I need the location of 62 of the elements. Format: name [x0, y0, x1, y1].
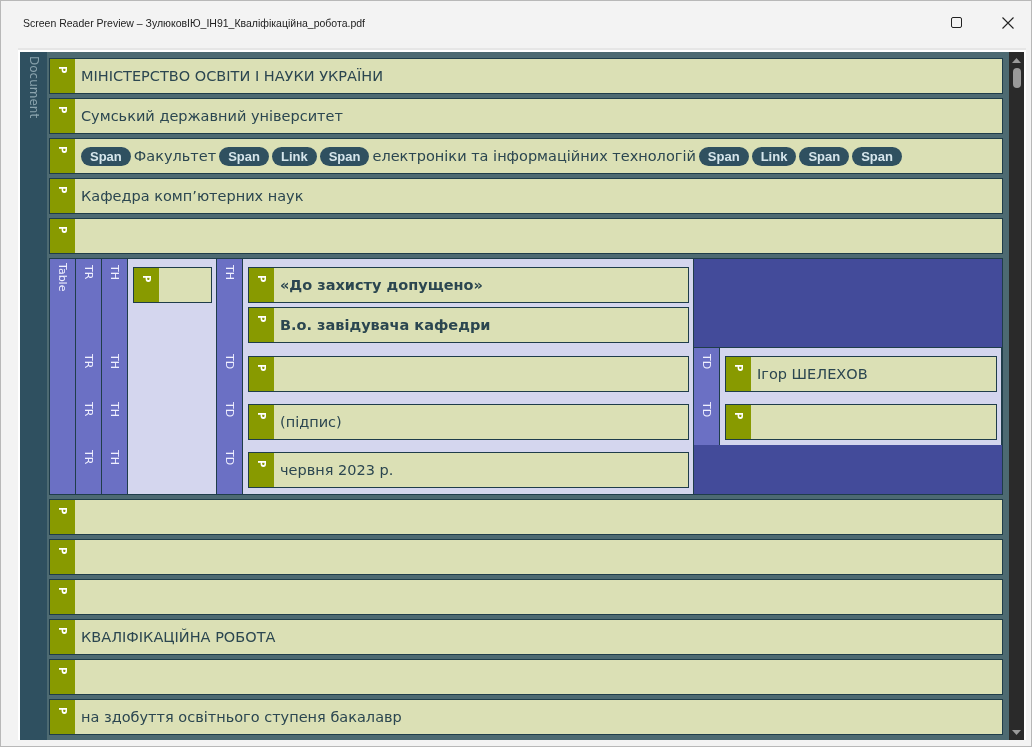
paragraph-tag: P — [249, 357, 274, 391]
paragraph-text: Ігор ШЕЛЕХОВ — [757, 366, 868, 382]
paragraph-tag: P — [249, 453, 274, 487]
paragraph-text: «До захисту допущено» — [280, 277, 483, 293]
paragraph-tag: P — [134, 268, 159, 302]
cell-tag: TD — [217, 444, 243, 494]
paragraph-text: Факультет — [133, 148, 217, 164]
paragraph-tag: P — [50, 99, 75, 133]
table-tag: Table — [50, 259, 76, 494]
paragraph-tag: P — [50, 660, 75, 694]
row-tag: TR — [76, 444, 102, 494]
row-tag: TR — [76, 348, 102, 397]
cell-tag: TH — [102, 348, 128, 397]
paragraph-text: МІНІСТЕРСТВО ОСВІТИ І НАУКИ УКРАЇНИ — [81, 68, 383, 84]
cell-tag: TH — [102, 444, 128, 494]
scrollbar[interactable] — [1009, 52, 1024, 740]
paragraph-tag: P — [50, 139, 75, 173]
element-tag: Span — [319, 146, 370, 166]
row-tag: TR — [76, 396, 102, 445]
paragraph-tag: P — [50, 59, 75, 93]
paragraph-tag: P — [249, 268, 274, 302]
cell-tag: TD — [694, 396, 720, 445]
paragraph-tag: P — [50, 580, 75, 614]
paragraph-text: на здобуття освітнього ступеня бакалавр — [81, 709, 402, 725]
paragraph-tag: P — [50, 700, 75, 734]
paragraph-tag: P — [50, 500, 75, 534]
paragraph-text: (підпис) — [280, 414, 342, 430]
cell-tag: TD — [217, 396, 243, 445]
paragraph-tag: P — [50, 219, 75, 253]
paragraph-tag: P — [249, 308, 274, 342]
element-tag: Span — [852, 146, 902, 166]
cell-tag: TD — [694, 348, 720, 397]
paragraph-tag: P — [726, 405, 751, 439]
paragraph-text: Сумський державний університет — [81, 108, 343, 124]
maximize-icon[interactable] — [951, 17, 962, 28]
scroll-thumb[interactable] — [1012, 68, 1021, 88]
scroll-down-icon[interactable] — [1012, 730, 1021, 735]
document-tag: Document — [20, 52, 47, 740]
paragraph-text: червня 2023 р. — [280, 462, 394, 478]
element-tag: Link — [751, 146, 797, 166]
row-tag: TR — [76, 259, 102, 348]
cell-tag: TH — [217, 259, 243, 348]
scroll-up-icon[interactable] — [1012, 58, 1021, 63]
paragraph-tag: P — [50, 540, 75, 574]
paragraph-tag: P — [726, 357, 751, 391]
element-tag: Span — [799, 146, 850, 166]
element-tag: Span — [219, 146, 269, 166]
cell-tag: TH — [102, 396, 128, 445]
paragraph-text: електроніки та інформаційних технологій — [372, 148, 696, 164]
paragraph-text: Кафедра комп’ютерних наук — [81, 188, 304, 204]
paragraph-tag: P — [50, 620, 75, 654]
window-title: Screen Reader Preview – ЗулюковІЮ_ІН91_Кваліфікаційна_робота.pdf — [23, 16, 366, 31]
element-tag: Span — [698, 146, 749, 166]
close-icon[interactable] — [1002, 16, 1014, 29]
paragraph-text: В.о. завідувача кафедри — [280, 317, 491, 333]
cell-tag: TD — [217, 348, 243, 397]
cell-tag: TH — [102, 259, 128, 348]
element-tag: Span — [81, 146, 131, 166]
paragraph-tag: P — [249, 405, 274, 439]
element-tag: Link — [271, 146, 317, 166]
paragraph-text: КВАЛІФІКАЦІЙНА РОБОТА — [81, 629, 276, 645]
paragraph-tag: P — [50, 179, 75, 213]
